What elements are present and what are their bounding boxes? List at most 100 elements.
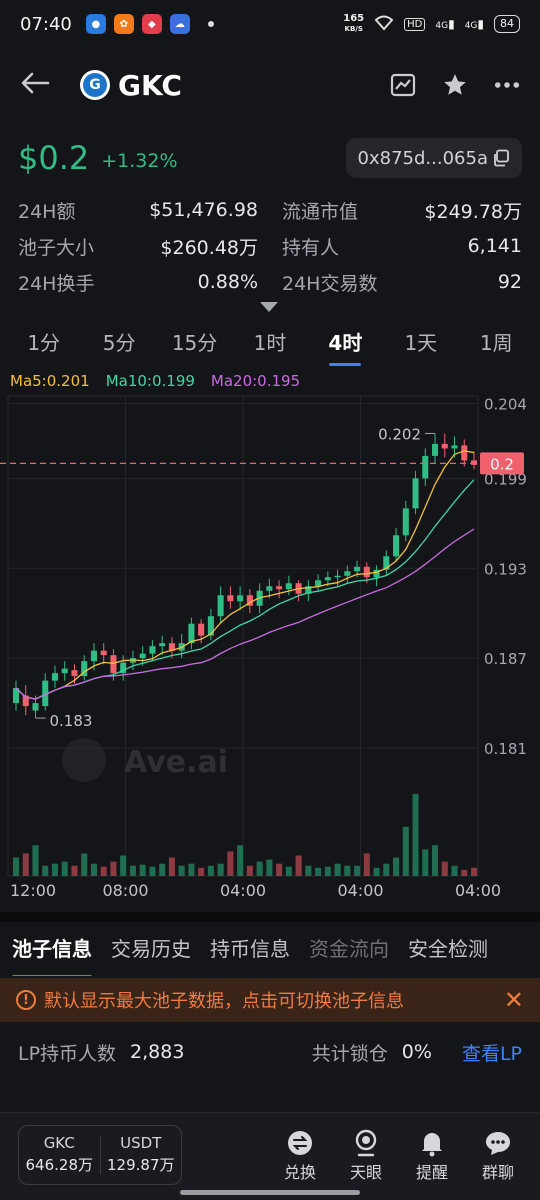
lock-label: 共计锁仓 <box>311 1042 388 1065</box>
candle-body <box>402 508 409 536</box>
volume-bar <box>246 865 253 876</box>
y-tick-label: 0.181 <box>484 740 527 758</box>
contract-address-copy[interactable]: 0x875d...065a <box>345 138 522 178</box>
nav-group-chat[interactable]: 群聊 <box>476 1129 520 1183</box>
volume-bar <box>276 863 283 876</box>
copy-icon <box>494 149 509 167</box>
app-notification-icon: ✿ <box>113 14 134 34</box>
volume-bar <box>451 865 458 876</box>
nav-alert[interactable]: 提醒 <box>410 1129 454 1183</box>
timeframe-15m[interactable]: 15分 <box>163 326 227 366</box>
volume-bar <box>285 866 292 876</box>
section-divider <box>0 912 540 922</box>
app-notification-icon: ◆ <box>141 14 162 34</box>
y-tick-label: 0.187 <box>484 650 527 668</box>
tab-holders[interactable]: 持币信息 <box>210 928 290 976</box>
notice-text: 默认显示最大池子数据，点击可切换池子信息 <box>44 991 404 1012</box>
price-change: +1.32% <box>101 150 178 172</box>
timeframe-5m[interactable]: 5分 <box>87 326 151 366</box>
x-tick-label: 08:00 <box>102 881 148 900</box>
expand-stats-caret-icon[interactable] <box>260 302 278 312</box>
signal-icon: 4G▮ <box>464 17 484 31</box>
tab-pool-info[interactable]: 池子信息 <box>12 928 92 976</box>
more-button[interactable] <box>494 72 520 98</box>
candle-body <box>237 595 244 602</box>
candle-body <box>139 653 146 659</box>
volume-bar <box>110 861 117 876</box>
pair-token-gkc: GKC 646.28万 <box>25 1134 94 1174</box>
stat-market-cap: 流通市值 $249.78万 <box>282 200 522 223</box>
chart-button[interactable] <box>390 72 416 98</box>
candle-body <box>324 577 331 581</box>
contract-address: 0x875d...065a <box>357 147 488 169</box>
ma20-label: Ma20:0.195 <box>210 372 301 390</box>
watermark-logo-icon <box>62 738 106 782</box>
candle-body <box>412 478 419 509</box>
volume-bar <box>149 866 156 876</box>
nav-sky-eye[interactable]: 天眼 <box>344 1129 388 1183</box>
candle-body <box>276 586 283 590</box>
status-time: 07:40 <box>20 13 72 35</box>
volume-bar <box>237 845 244 876</box>
candlestick-chart[interactable]: 0.2040.1990.1930.1870.181Ave.ai0.20.2020… <box>0 390 540 905</box>
timeframe-1w[interactable]: 1周 <box>464 326 528 366</box>
candle-body <box>363 566 370 578</box>
favorite-button[interactable] <box>442 72 468 98</box>
notification-dot <box>207 21 214 27</box>
candle-body <box>432 443 439 456</box>
warning-icon: ! <box>16 990 36 1010</box>
volume-bar <box>198 867 205 876</box>
volume-bar <box>344 865 351 876</box>
token-stats: 24H额 $51,476.98 流通市值 $249.78万 池子大小 $260.48万… <box>18 196 522 296</box>
timeframe-4h[interactable]: 4时 <box>313 326 377 366</box>
stat-24h-turnover: 24H换手 0.88% <box>18 271 258 295</box>
ma-legend: Ma5:0.201 Ma10:0.199 Ma20:0.195 <box>10 372 300 390</box>
hd-badge: HD <box>404 17 426 31</box>
tab-security-check[interactable]: 安全检测 <box>408 928 488 976</box>
volume-bar <box>51 863 58 876</box>
candle-body <box>422 455 429 479</box>
signal-icon: 4G▮ <box>435 17 455 31</box>
volume-bar <box>315 867 322 876</box>
volume-bar <box>461 869 468 876</box>
candle-body <box>285 583 292 590</box>
pool-notice-banner[interactable]: ! 默认显示最大池子数据，点击可切换池子信息 ✕ <box>0 978 540 1022</box>
volume-bar <box>32 845 39 876</box>
candle-body <box>71 670 78 677</box>
timeframe-1h[interactable]: 1时 <box>238 326 302 366</box>
star-icon <box>444 74 466 95</box>
timeframe-1m[interactable]: 1分 <box>12 326 76 366</box>
status-bar: 07:40 ● ✿ ◆ ☁ 165 KB/S HD 4G▮ 4G▮ 84 <box>0 0 540 48</box>
back-button[interactable] <box>20 68 70 103</box>
volume-bar <box>100 866 107 876</box>
volume-bar <box>470 867 478 876</box>
volume-bar <box>441 861 448 876</box>
app-notification-icon: ● <box>85 14 106 34</box>
volume-bar <box>393 857 400 876</box>
candle-body <box>159 643 166 647</box>
tab-fund-flow[interactable]: 资金流向 <box>309 928 389 976</box>
more-icon <box>494 82 520 88</box>
volume-bar <box>120 855 127 876</box>
low-price-label: 0.183 <box>49 712 92 730</box>
nav-swap[interactable]: 兑换 <box>278 1129 322 1183</box>
candle-body <box>198 623 205 636</box>
tab-trade-history[interactable]: 交易历史 <box>111 928 191 976</box>
bell-icon <box>422 1133 442 1157</box>
candle-body <box>393 535 400 557</box>
volume-bar <box>305 865 312 876</box>
pool-pair-box[interactable]: GKC 646.28万 USDT 129.87万 <box>18 1125 182 1185</box>
candle-body <box>188 623 195 644</box>
volume-bar <box>295 855 302 876</box>
timeframe-1d[interactable]: 1天 <box>389 326 453 366</box>
app-notification-icon: ☁ <box>169 14 190 34</box>
view-lp-link[interactable]: 查看LP <box>462 1039 522 1066</box>
close-icon[interactable]: ✕ <box>504 986 524 1014</box>
current-price-label: 0.2 <box>490 455 514 473</box>
token-logo: G <box>80 70 110 100</box>
high-price-label: 0.202 <box>378 425 421 443</box>
ma5-label: Ma5:0.201 <box>10 372 90 390</box>
volume-bar <box>188 863 195 876</box>
swap-icon <box>288 1131 312 1155</box>
candle-body <box>334 575 341 578</box>
